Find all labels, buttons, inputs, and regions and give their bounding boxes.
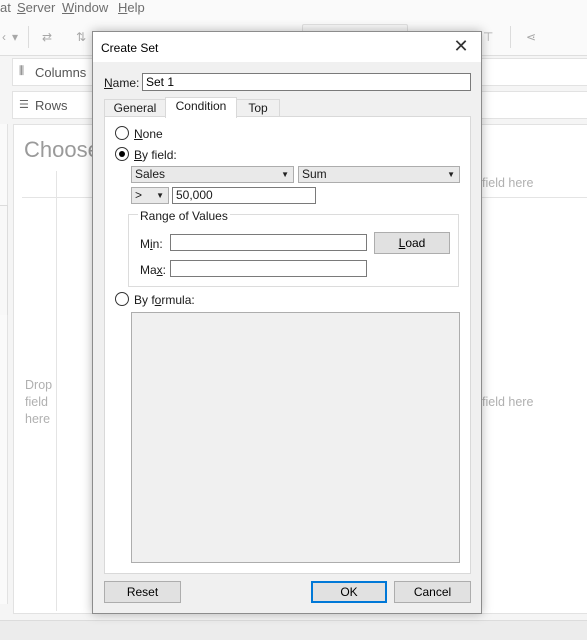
tab-general[interactable]: General (104, 99, 166, 117)
condition-panel: None By field: Sales ▼ Sum ▼ > ▼ 50,000 … (104, 116, 471, 574)
reset-button[interactable]: Reset (104, 581, 181, 603)
min-label: Min: (140, 237, 163, 251)
rows-icon: ☰ (19, 99, 29, 111)
tab-condition[interactable]: Condition (165, 97, 237, 118)
side-panel-card (0, 205, 8, 315)
radio-by-formula-label[interactable]: By formula: (134, 293, 195, 307)
radio-none[interactable] (115, 126, 129, 140)
aggregation-select[interactable]: Sum ▼ (298, 166, 460, 183)
load-button[interactable]: Load (374, 232, 450, 254)
menu-item-window[interactable]: Window (62, 0, 108, 15)
formula-editor[interactable] (131, 312, 460, 563)
cancel-button[interactable]: Cancel (394, 581, 471, 603)
sort-icon[interactable]: ⇅ (76, 30, 86, 44)
chevron-down-icon: ▼ (447, 170, 455, 179)
status-bar (0, 620, 587, 640)
max-input[interactable] (170, 260, 367, 277)
field-select[interactable]: Sales ▼ (131, 166, 294, 183)
menu-item-server[interactable]: Server (17, 0, 55, 15)
presentation-icon[interactable]: ⊤ (483, 30, 493, 44)
drop-field-columns[interactable]: field here (482, 176, 533, 190)
share-icon[interactable]: ⋖ (526, 30, 536, 44)
canvas-title: Choose (24, 137, 100, 162)
create-set-dialog: Create Set ✕ Name: General Condition Top… (92, 31, 482, 614)
canvas-divider (56, 171, 57, 611)
drop-field-marks[interactable]: field here (482, 395, 533, 409)
radio-by-formula[interactable] (115, 292, 129, 306)
swap-icon[interactable]: ⇄ (42, 30, 52, 44)
chevron-down-icon: ▼ (281, 170, 289, 179)
menu-item-format[interactable]: at (0, 0, 11, 15)
ok-button[interactable]: OK (311, 581, 387, 603)
radio-by-field[interactable] (115, 147, 129, 161)
toolbar-separator (510, 26, 511, 48)
columns-icon: ⫼ (19, 65, 25, 77)
dropdown-icon[interactable]: ▾ (12, 30, 18, 44)
dialog-title: Create Set (101, 41, 159, 55)
radio-by-field-label[interactable]: By field: (134, 148, 177, 162)
threshold-input[interactable]: 50,000 (172, 187, 316, 204)
toolbar-separator (28, 26, 29, 48)
max-label: Max: (140, 263, 167, 277)
dialog-titlebar[interactable]: Create Set ✕ (93, 32, 481, 62)
min-input[interactable] (170, 234, 367, 251)
name-label: Name: (104, 76, 140, 90)
menu-item-help[interactable]: Help (118, 0, 145, 15)
close-icon[interactable]: ✕ (449, 36, 473, 58)
operator-select[interactable]: > ▼ (131, 187, 169, 204)
chevron-down-icon: ▼ (156, 191, 164, 200)
drop-field-rows[interactable]: Drop field here (25, 377, 55, 428)
side-panel-edge (0, 124, 8, 604)
name-input[interactable] (142, 73, 471, 91)
radio-none-label[interactable]: None (134, 127, 163, 141)
range-of-values-title: Range of Values (138, 209, 230, 223)
arrow-left-icon[interactable]: ‹ (2, 30, 6, 44)
menu-bar: at Server Window Help (0, 0, 587, 18)
tab-top[interactable]: Top (236, 99, 280, 117)
